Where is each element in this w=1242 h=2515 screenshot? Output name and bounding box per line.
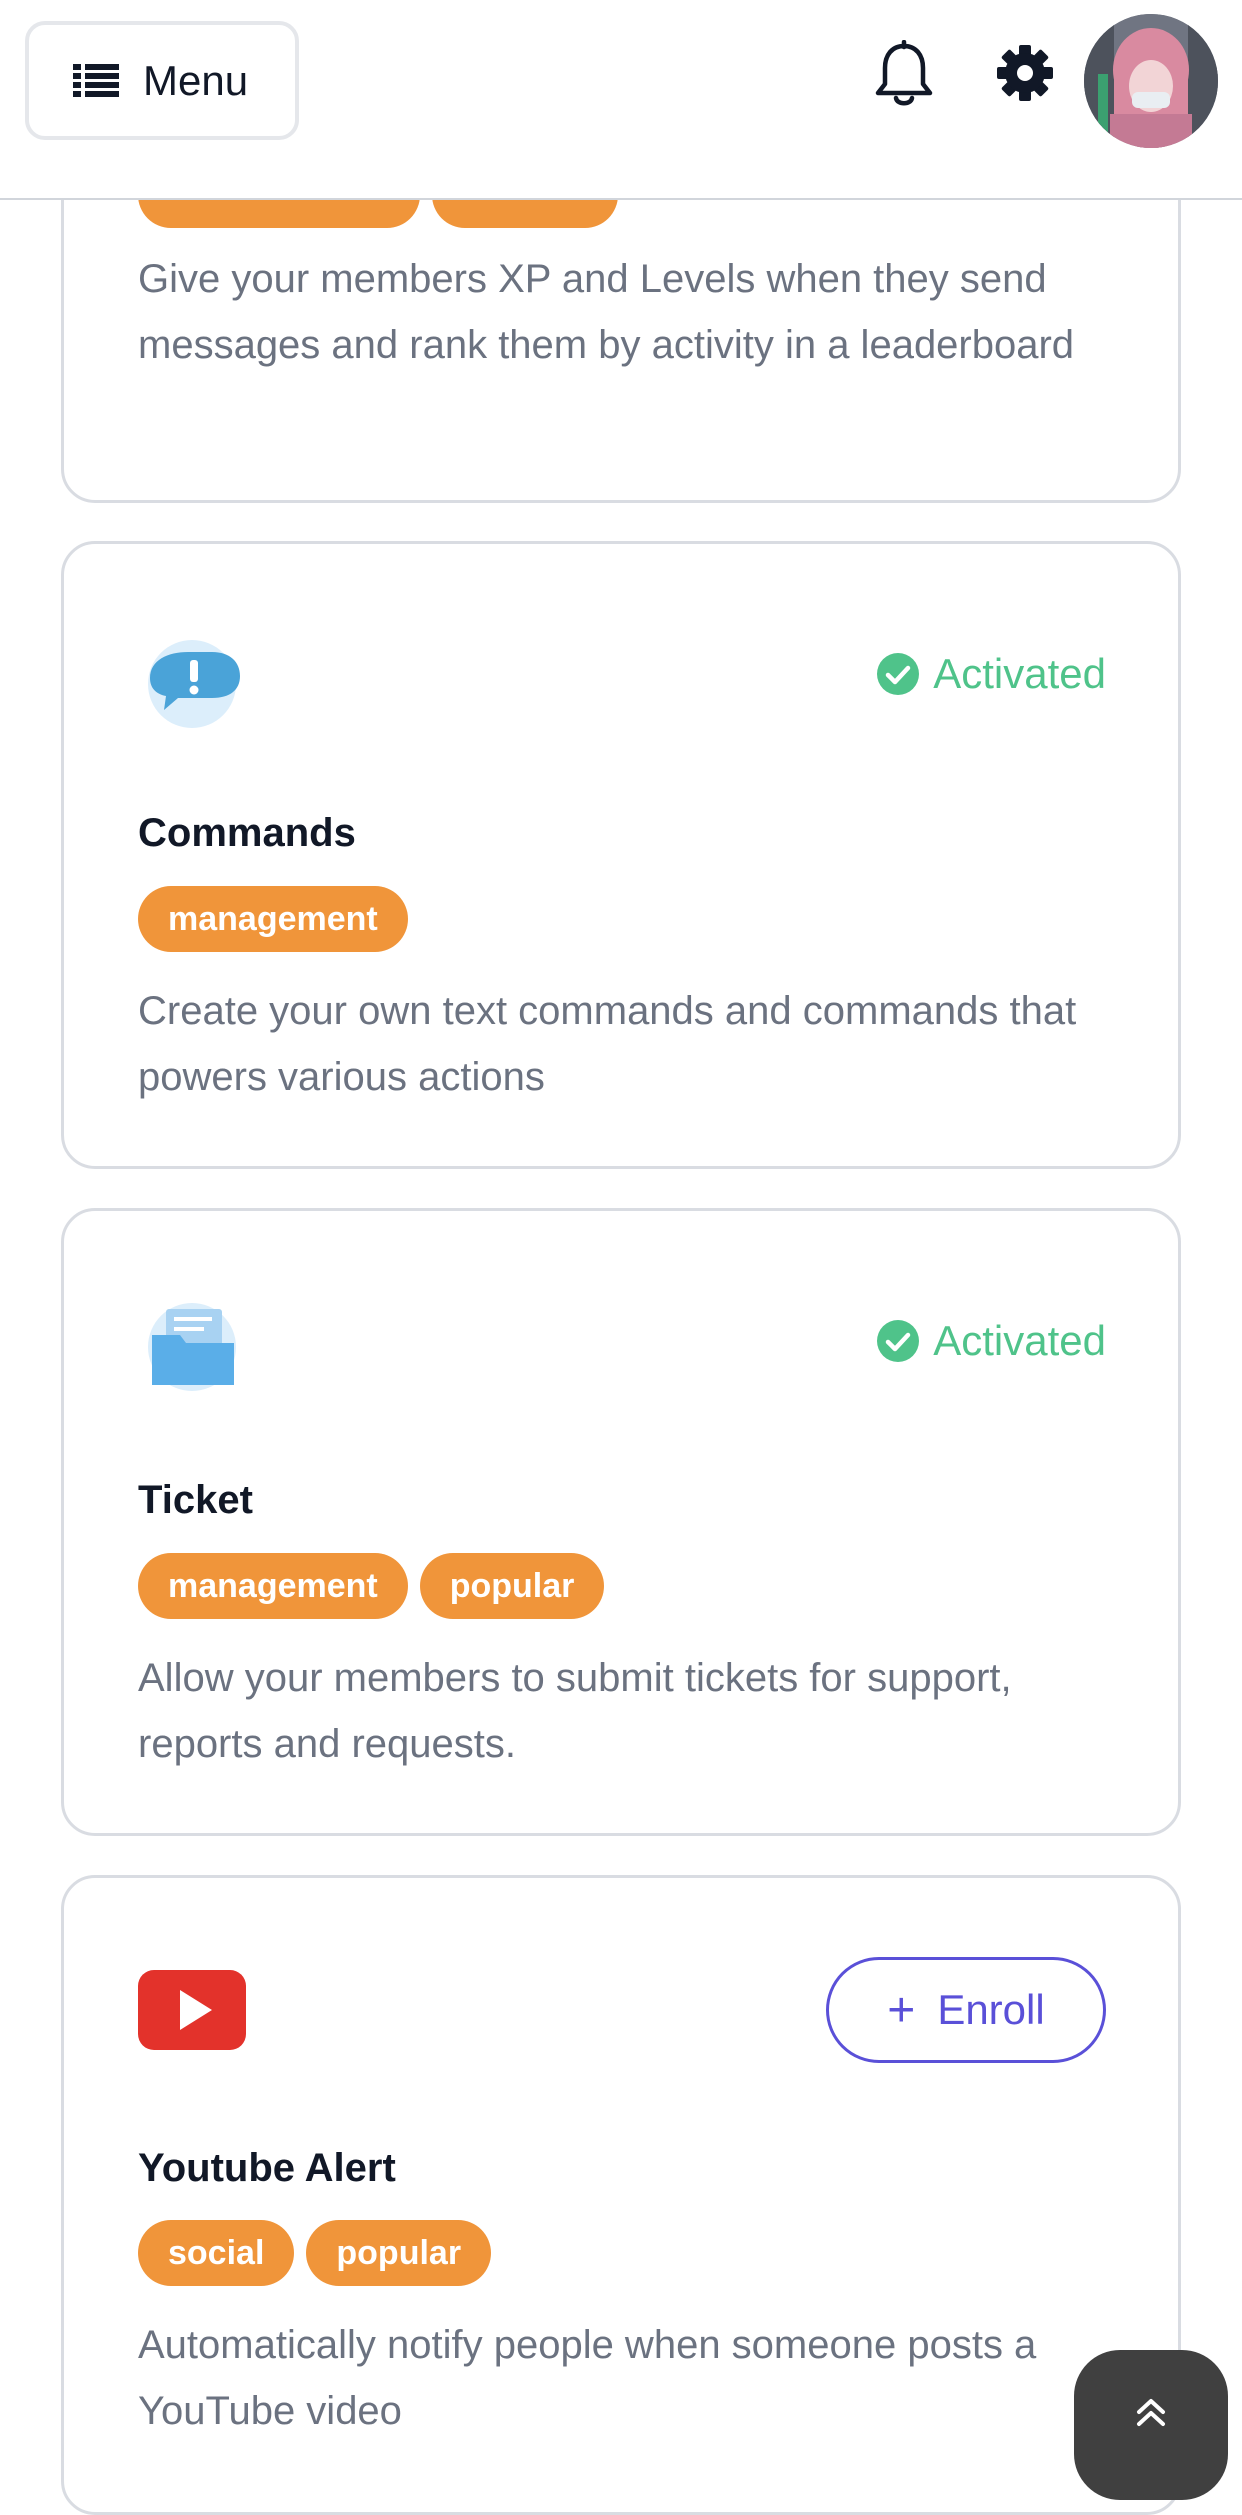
tag-list: management xyxy=(138,886,420,952)
check-circle-icon xyxy=(877,1320,920,1362)
plus-icon: + xyxy=(887,1983,916,2037)
module-title: Ticket xyxy=(138,1478,253,1522)
module-description: Automatically notify people when someone… xyxy=(138,2323,1037,2433)
status-activated: Activated xyxy=(877,1317,1106,1365)
module-card-commands: Activated Commands management Create you… xyxy=(61,541,1181,1169)
status-activated: Activated xyxy=(877,650,1106,698)
status-label: Activated xyxy=(933,650,1106,697)
enroll-button[interactable]: + Enroll xyxy=(826,1957,1106,2063)
module-title: Youtube Alert xyxy=(138,2146,396,2190)
bell-icon[interactable] xyxy=(872,40,936,110)
enroll-label: Enroll xyxy=(937,1986,1045,2033)
scroll-to-top-button[interactable] xyxy=(1074,2350,1228,2500)
module-card-youtube-alert: + Enroll Youtube Alert social popular Au… xyxy=(61,1875,1181,2515)
menu-label: Menu xyxy=(143,56,249,104)
double-chevron-up-icon xyxy=(1137,2399,1165,2426)
top-navbar: Menu xyxy=(0,0,1242,200)
gear-icon[interactable] xyxy=(996,44,1054,102)
status-label: Activated xyxy=(933,1317,1106,1364)
module-description: Give your members XP and Levels when the… xyxy=(138,257,1075,367)
tag-list: management popular xyxy=(138,1553,616,1619)
tag: management xyxy=(138,886,408,952)
menu-button[interactable]: Menu xyxy=(25,21,299,140)
tag: popular xyxy=(306,2220,492,2286)
check-circle-icon xyxy=(877,653,920,695)
tag-list: social popular xyxy=(138,2220,503,2286)
folder-icon xyxy=(148,1303,236,1391)
module-description: Allow your members to submit tickets for… xyxy=(138,1656,1012,1766)
module-title: Commands xyxy=(138,811,356,855)
youtube-icon xyxy=(138,1970,246,2050)
module-card-ticket: Activated Ticket management popular Allo… xyxy=(61,1208,1181,1836)
exclamation-chat-icon xyxy=(148,640,240,728)
avatar[interactable] xyxy=(1084,14,1218,148)
module-description: Create your own text commands and comman… xyxy=(138,989,1077,1099)
tag: popular xyxy=(419,1553,605,1619)
list-icon xyxy=(73,63,119,98)
tag: management xyxy=(138,1553,408,1619)
tag: social xyxy=(138,2220,295,2286)
